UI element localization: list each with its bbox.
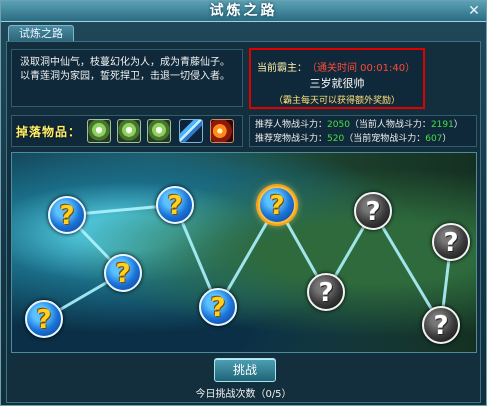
green-gem-icon[interactable] (117, 119, 141, 143)
fire-orb-icon[interactable] (210, 119, 234, 143)
green-gem-icon[interactable] (147, 119, 171, 143)
daily-attempts-count: 今日挑战次数（0/5） (195, 389, 292, 400)
question-mark-icon: ? (167, 191, 183, 221)
champion-reward-note: （霸主每天可以获得额外奖励） (273, 96, 400, 106)
question-mark-icon: ? (443, 228, 459, 258)
stage-node-6-current[interactable]: ? (258, 186, 296, 224)
pet-power-current-prefix: （当前宠物战斗力： (344, 134, 426, 144)
stage-node-5[interactable]: ? (199, 288, 237, 326)
player-power-row: 推荐人物战斗力：2050（当前人物战斗力：2191） (255, 118, 471, 132)
stage-map: ? ? ? ? ? ? ? ? ? ? (11, 152, 477, 353)
trial-road-window: 试炼之路 ✕ 试炼之路 汲取洞中仙气，枝蔓幻化为人，成为青藤仙子。以青莲洞为家园… (0, 0, 487, 406)
stage-node-4[interactable]: ? (156, 186, 194, 224)
question-mark-icon: ? (115, 259, 131, 289)
player-power-current: 2191 (430, 120, 454, 130)
stage-node-10-locked[interactable]: ? (422, 306, 460, 344)
stage-node-3[interactable]: ? (25, 300, 63, 338)
player-power-recommended: 2050 (327, 120, 350, 130)
current-champion-box: 当前霸主： （通关时间 00:01:40） 三岁就很帅 （霸主每天可以获得额外奖… (249, 48, 425, 109)
stage-node-2[interactable]: ? (104, 254, 142, 292)
clear-time: （通关时间 00:01:40） (307, 63, 416, 74)
pet-power-row: 推荐宠物战斗力：520（当前宠物战斗力：607） (255, 132, 471, 146)
drop-items-label: 掉落物品： (16, 125, 82, 139)
stage-node-8-locked[interactable]: ? (354, 192, 392, 230)
power-requirements: 推荐人物战斗力：2050（当前人物战斗力：2191） 推荐宠物战斗力：520（当… (249, 115, 477, 147)
pet-power-recommended: 520 (327, 134, 345, 144)
player-power-suffix: ） (453, 120, 463, 130)
drop-items-bar: 掉落物品： (11, 115, 243, 147)
question-mark-icon: ? (210, 293, 226, 323)
player-power-current-prefix: （当前人物战斗力： (349, 120, 431, 130)
window-title: 试炼之路 (209, 3, 278, 19)
player-power-label: 推荐人物战斗力： (255, 120, 328, 130)
green-gem-icon[interactable] (87, 119, 111, 143)
title-bar: 试炼之路 ✕ (1, 1, 486, 22)
close-icon[interactable]: ✕ (466, 3, 482, 19)
pet-power-label: 推荐宠物战斗力： (255, 134, 328, 144)
stage-node-7-locked[interactable]: ? (307, 273, 345, 311)
stage-path-lines (42, 203, 453, 327)
pet-power-suffix: ） (442, 134, 452, 144)
champion-label: 当前霸主： (257, 63, 307, 74)
question-mark-icon: ? (269, 191, 285, 221)
question-mark-icon: ? (318, 278, 334, 308)
stage-description: 汲取洞中仙气，枝蔓幻化为人，成为青藤仙子。以青莲洞为家园，誓死捍卫，击退一切侵入… (11, 49, 243, 107)
champion-name: 三岁就很帅 (309, 77, 365, 90)
question-mark-icon: ? (365, 197, 381, 227)
pet-power-current: 607 (425, 134, 443, 144)
question-mark-icon: ? (59, 201, 75, 231)
question-mark-icon: ? (36, 305, 52, 335)
stage-node-9-locked[interactable]: ? (432, 223, 470, 261)
challenge-button[interactable]: 挑战 (214, 358, 276, 382)
blue-crystal-icon[interactable] (179, 119, 203, 143)
tab-trial-road[interactable]: 试炼之路 (8, 25, 74, 42)
stage-node-1[interactable]: ? (48, 196, 86, 234)
question-mark-icon: ? (433, 311, 449, 341)
